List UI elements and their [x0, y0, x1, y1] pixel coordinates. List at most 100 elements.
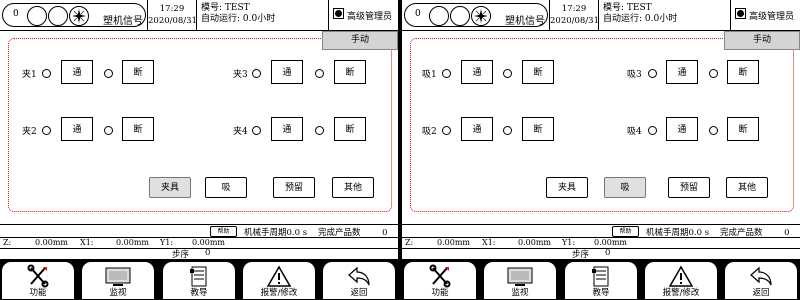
nav-function-label: 功能 — [29, 288, 47, 298]
output-indicator — [252, 126, 261, 135]
y1-axis-label: Y1: — [562, 238, 576, 247]
output-off-button[interactable]: 断 — [122, 60, 154, 84]
compass-icon — [471, 6, 491, 26]
category-tab-reserved[interactable]: 预留 — [668, 177, 710, 198]
output-on-button[interactable]: 通 — [461, 117, 493, 141]
output-off-button[interactable]: 断 — [122, 117, 154, 141]
nav-function-button[interactable]: 功能 — [404, 262, 476, 299]
output-on-button[interactable]: 通 — [271, 117, 303, 141]
output-on-button[interactable]: 通 — [666, 60, 698, 84]
machine-signal-label: 塑机信号 — [103, 16, 143, 27]
user-level-label: 高级管理员 — [347, 12, 393, 22]
signal-lamp-2 — [48, 6, 68, 26]
output-indicator — [42, 69, 51, 78]
bottom-nav: 功能 监视 教导 报警/修改 返回 — [0, 259, 398, 300]
nav-alarm-label: 报警/修改 — [662, 288, 700, 298]
output-off-button[interactable]: 断 — [334, 117, 366, 141]
category-tab-reserved[interactable]: 预留 — [273, 177, 315, 198]
output-on-button[interactable]: 通 — [61, 60, 93, 84]
mode-tab-manual[interactable]: 手动 — [724, 31, 800, 50]
output-label: 夹1 — [22, 70, 37, 80]
output-label: 吸3 — [627, 70, 642, 80]
mode-tab-manual[interactable]: 手动 — [322, 31, 398, 50]
auto-run-time: 自动运行: 0.0小时 — [201, 14, 276, 24]
time-text: 17:29 — [159, 4, 185, 14]
mold-number: 模号: TEST — [201, 3, 250, 13]
nav-back-button[interactable]: 返回 — [725, 262, 797, 299]
nav-monitor-label: 监视 — [109, 288, 127, 298]
nav-back-label: 返回 — [752, 288, 770, 298]
output-indicator — [648, 126, 657, 135]
output-label: 吸4 — [627, 127, 642, 137]
z-axis-label: Z: — [3, 238, 12, 247]
cycle-info-bar: 帮助 机械手周期0.0 s 完成产品数 0 — [0, 224, 398, 238]
output-on-button[interactable]: 通 — [461, 60, 493, 84]
output-off-button[interactable]: 断 — [522, 117, 554, 141]
status-header: 0 塑机信号 17:29 2020/08/31 模号: TEST 自动运行: 0… — [402, 0, 800, 31]
category-tab-fixture[interactable]: 夹具 — [149, 177, 191, 198]
auto-run-time: 自动运行: 0.0小时 — [603, 14, 678, 24]
nav-monitor-button[interactable]: 监视 — [82, 262, 154, 299]
clock: 17:29 2020/08/31 — [549, 0, 599, 30]
user-level-button[interactable]: 高级管理员 — [730, 0, 800, 30]
z-axis-value: 0.00mm — [35, 238, 68, 247]
output-indicator — [104, 69, 113, 78]
user-level-label: 高级管理员 — [749, 12, 795, 22]
category-tab-other[interactable]: 其他 — [332, 177, 374, 198]
step-value: 0 — [605, 248, 611, 258]
output-indicator — [709, 126, 718, 135]
y1-axis-label: Y1: — [160, 238, 174, 247]
user-level-button[interactable]: 高级管理员 — [328, 0, 399, 30]
output-on-button[interactable]: 通 — [271, 60, 303, 84]
output-off-button[interactable]: 断 — [522, 60, 554, 84]
user-status-icon — [735, 8, 746, 19]
output-on-button[interactable]: 通 — [61, 117, 93, 141]
category-tab-other[interactable]: 其他 — [726, 177, 768, 198]
output-off-button[interactable]: 断 — [727, 117, 759, 141]
y1-axis-value: 0.00mm — [192, 238, 225, 247]
signal-lamp-1 — [429, 6, 449, 26]
status-header: 0 塑机信号 17:29 2020/08/31 模号: TEST 自动运行: 0… — [0, 0, 398, 31]
output-off-button[interactable]: 断 — [727, 60, 759, 84]
z-axis-value: 0.00mm — [437, 238, 470, 247]
nav-monitor-label: 监视 — [511, 288, 529, 298]
output-indicator — [315, 69, 324, 78]
output-indicator — [104, 126, 113, 135]
category-tab-fixture[interactable]: 夹具 — [546, 177, 588, 198]
clock: 17:29 2020/08/31 — [147, 0, 197, 30]
cycle-info-bar: 帮助 机械手周期0.0 s 完成产品数 0 — [402, 224, 800, 238]
output-on-button[interactable]: 通 — [666, 117, 698, 141]
z-axis-label: Z: — [405, 238, 414, 247]
output-indicator — [648, 69, 657, 78]
help-button[interactable]: 帮助 — [210, 226, 237, 237]
nav-teach-button[interactable]: 教导 — [565, 262, 637, 299]
nav-alarm-button[interactable]: 报警/修改 — [243, 262, 315, 299]
output-indicator — [709, 69, 718, 78]
x1-axis-value: 0.00mm — [518, 238, 551, 247]
nav-monitor-button[interactable]: 监视 — [484, 262, 556, 299]
output-label: 夹4 — [233, 127, 248, 137]
nav-function-button[interactable]: 功能 — [2, 262, 74, 299]
nav-teach-button[interactable]: 教导 — [163, 262, 235, 299]
nav-teach-label: 教导 — [190, 288, 208, 298]
category-tab-suction[interactable]: 吸 — [604, 177, 646, 198]
nav-alarm-button[interactable]: 报警/修改 — [645, 262, 717, 299]
output-indicator — [442, 69, 451, 78]
output-label: 吸2 — [422, 127, 437, 137]
mold-info: 模号: TEST 自动运行: 0.0小时 — [603, 3, 677, 25]
signal-indicator-group: 0 塑机信号 — [404, 3, 548, 27]
y1-axis-value: 0.00mm — [594, 238, 627, 247]
date-text: 2020/08/31 — [148, 16, 197, 26]
x1-axis-label: X1: — [80, 238, 94, 247]
nav-alarm-label: 报警/修改 — [260, 288, 298, 298]
category-tab-suction[interactable]: 吸 — [205, 177, 247, 198]
signal-indicator-group: 0 塑机信号 — [2, 3, 146, 27]
nav-back-button[interactable]: 返回 — [323, 262, 395, 299]
output-off-button[interactable]: 断 — [334, 60, 366, 84]
date-text: 2020/08/31 — [550, 16, 599, 26]
help-button[interactable]: 帮助 — [612, 226, 639, 237]
output-indicator — [315, 126, 324, 135]
bottom-nav: 功能 监视 教导 报警/修改 返回 — [402, 259, 800, 300]
signal-lamp-1 — [27, 6, 47, 26]
step-bar: 步序 0 — [402, 248, 800, 260]
